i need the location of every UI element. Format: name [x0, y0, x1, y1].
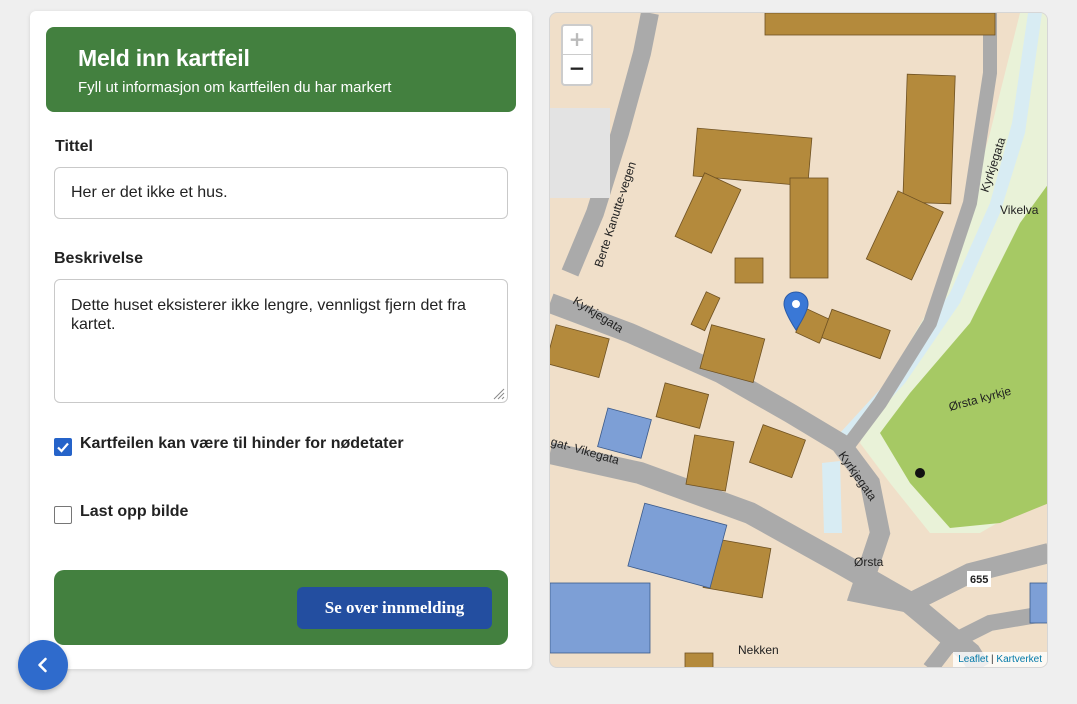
map-attribution: Leaflet | Kartverket — [953, 652, 1047, 667]
review-submission-button[interactable]: Se over innmelding — [297, 587, 492, 629]
back-button[interactable] — [18, 640, 68, 690]
description-textarea[interactable]: Dette huset eksisterer ikke lengre, venn… — [54, 279, 508, 403]
form-header: Meld inn kartfeil Fyll ut informasjon om… — [46, 27, 516, 112]
zoom-control: + − — [561, 24, 593, 86]
submit-bar: Se over innmelding — [54, 570, 508, 645]
form-subtitle: Fyll ut informasjon om kartfeilen du har… — [78, 79, 392, 96]
map-label-vikelva: Vikelva — [1000, 203, 1039, 217]
title-input[interactable]: Her er det ikke et hus. — [54, 167, 508, 219]
water-pond — [822, 461, 842, 533]
road-number-655: 655 — [970, 574, 988, 586]
form-title: Meld inn kartfeil — [78, 45, 250, 71]
parking-area — [550, 108, 610, 198]
map-canvas[interactable]: Berte Kanutte-vegen Kyrkjegata Kyrkjegat… — [550, 13, 1048, 668]
upload-photo-label[interactable]: Last opp bilde — [80, 503, 188, 521]
map-label-nekken: Nekken — [738, 643, 779, 657]
kartverket-link[interactable]: Kartverket — [996, 654, 1042, 665]
map-label-orsta: Ørsta — [854, 555, 884, 569]
chevron-left-icon — [38, 657, 47, 673]
title-label: Tittel — [55, 138, 93, 155]
zoom-out-button[interactable]: − — [563, 55, 591, 84]
leaflet-link[interactable]: Leaflet — [958, 654, 988, 665]
upload-photo-checkbox[interactable] — [54, 506, 72, 524]
resize-grip-icon[interactable] — [491, 386, 505, 400]
church-point — [915, 468, 925, 478]
report-form-panel: Meld inn kartfeil Fyll ut informasjon om… — [30, 11, 532, 669]
emergency-checkbox-label[interactable]: Kartfeilen kan være til hinder for nødet… — [80, 435, 404, 453]
emergency-checkbox[interactable] — [54, 438, 72, 456]
zoom-in-button[interactable]: + — [563, 26, 591, 55]
checkmark-icon — [57, 442, 69, 453]
description-label: Beskrivelse — [54, 250, 143, 267]
map-view[interactable]: Berte Kanutte-vegen Kyrkjegata Kyrkjegat… — [549, 12, 1048, 668]
